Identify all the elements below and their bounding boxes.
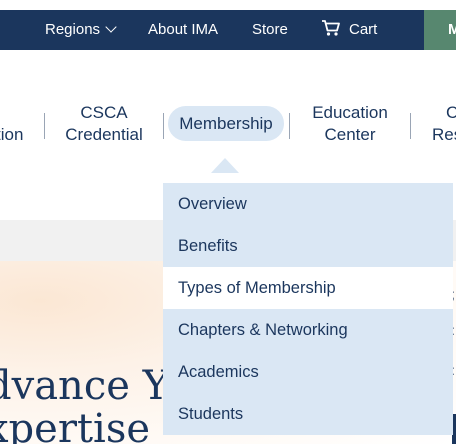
dropdown-item-students[interactable]: Students bbox=[163, 393, 453, 435]
nav-separator bbox=[163, 113, 164, 139]
utility-bar: Regions About IMA Store Cart bbox=[0, 10, 456, 50]
about-ima-link[interactable]: About IMA bbox=[148, 10, 218, 50]
nav-item-membership[interactable]: Membership bbox=[168, 106, 284, 141]
chevron-down-icon bbox=[105, 21, 117, 33]
education-line2: Center bbox=[324, 125, 376, 144]
cart-label: Cart bbox=[349, 21, 378, 38]
nav-item-csca-credential[interactable]: CSCA Credential bbox=[60, 102, 148, 146]
dropdown-item-types-of-membership[interactable]: Types of Membership bbox=[163, 267, 453, 309]
partial-right-line1: C bbox=[446, 103, 456, 122]
regions-label: Regions bbox=[45, 21, 101, 38]
csca-line2: Credential bbox=[65, 125, 143, 144]
nav-separator bbox=[410, 113, 411, 139]
dropdown-caret bbox=[211, 158, 239, 173]
education-line1: Education bbox=[312, 103, 388, 122]
nav-item-partial-right[interactable]: C Res bbox=[432, 102, 456, 146]
hero-heading-line2: xpertise bbox=[0, 406, 151, 444]
membership-label: Membership bbox=[179, 114, 273, 133]
cart-link[interactable]: Cart bbox=[321, 10, 377, 50]
hero-heading-line1: dvance Y bbox=[0, 363, 170, 409]
csca-line1: CSCA bbox=[80, 103, 128, 122]
member-login-tab[interactable]: M bbox=[424, 10, 456, 50]
nav-item-partial-left[interactable]: tion bbox=[0, 124, 23, 146]
dropdown-item-chapters-networking[interactable]: Chapters & Networking bbox=[163, 309, 453, 351]
nav-item-education-center[interactable]: Education Center bbox=[304, 102, 396, 146]
membership-dropdown: Overview Benefits Types of Membership Ch… bbox=[163, 173, 453, 444]
store-link[interactable]: Store bbox=[252, 10, 288, 50]
dropdown-item-academics[interactable]: Academics bbox=[163, 351, 453, 393]
cart-icon bbox=[322, 20, 340, 36]
dropdown-item-benefits[interactable]: Benefits bbox=[163, 225, 453, 267]
dropdown-item-overview[interactable]: Overview bbox=[163, 183, 453, 225]
partial-right-line2: Res bbox=[432, 125, 456, 144]
nav-separator bbox=[44, 113, 45, 139]
regions-menu[interactable]: Regions bbox=[45, 10, 117, 50]
nav-separator bbox=[289, 113, 290, 139]
